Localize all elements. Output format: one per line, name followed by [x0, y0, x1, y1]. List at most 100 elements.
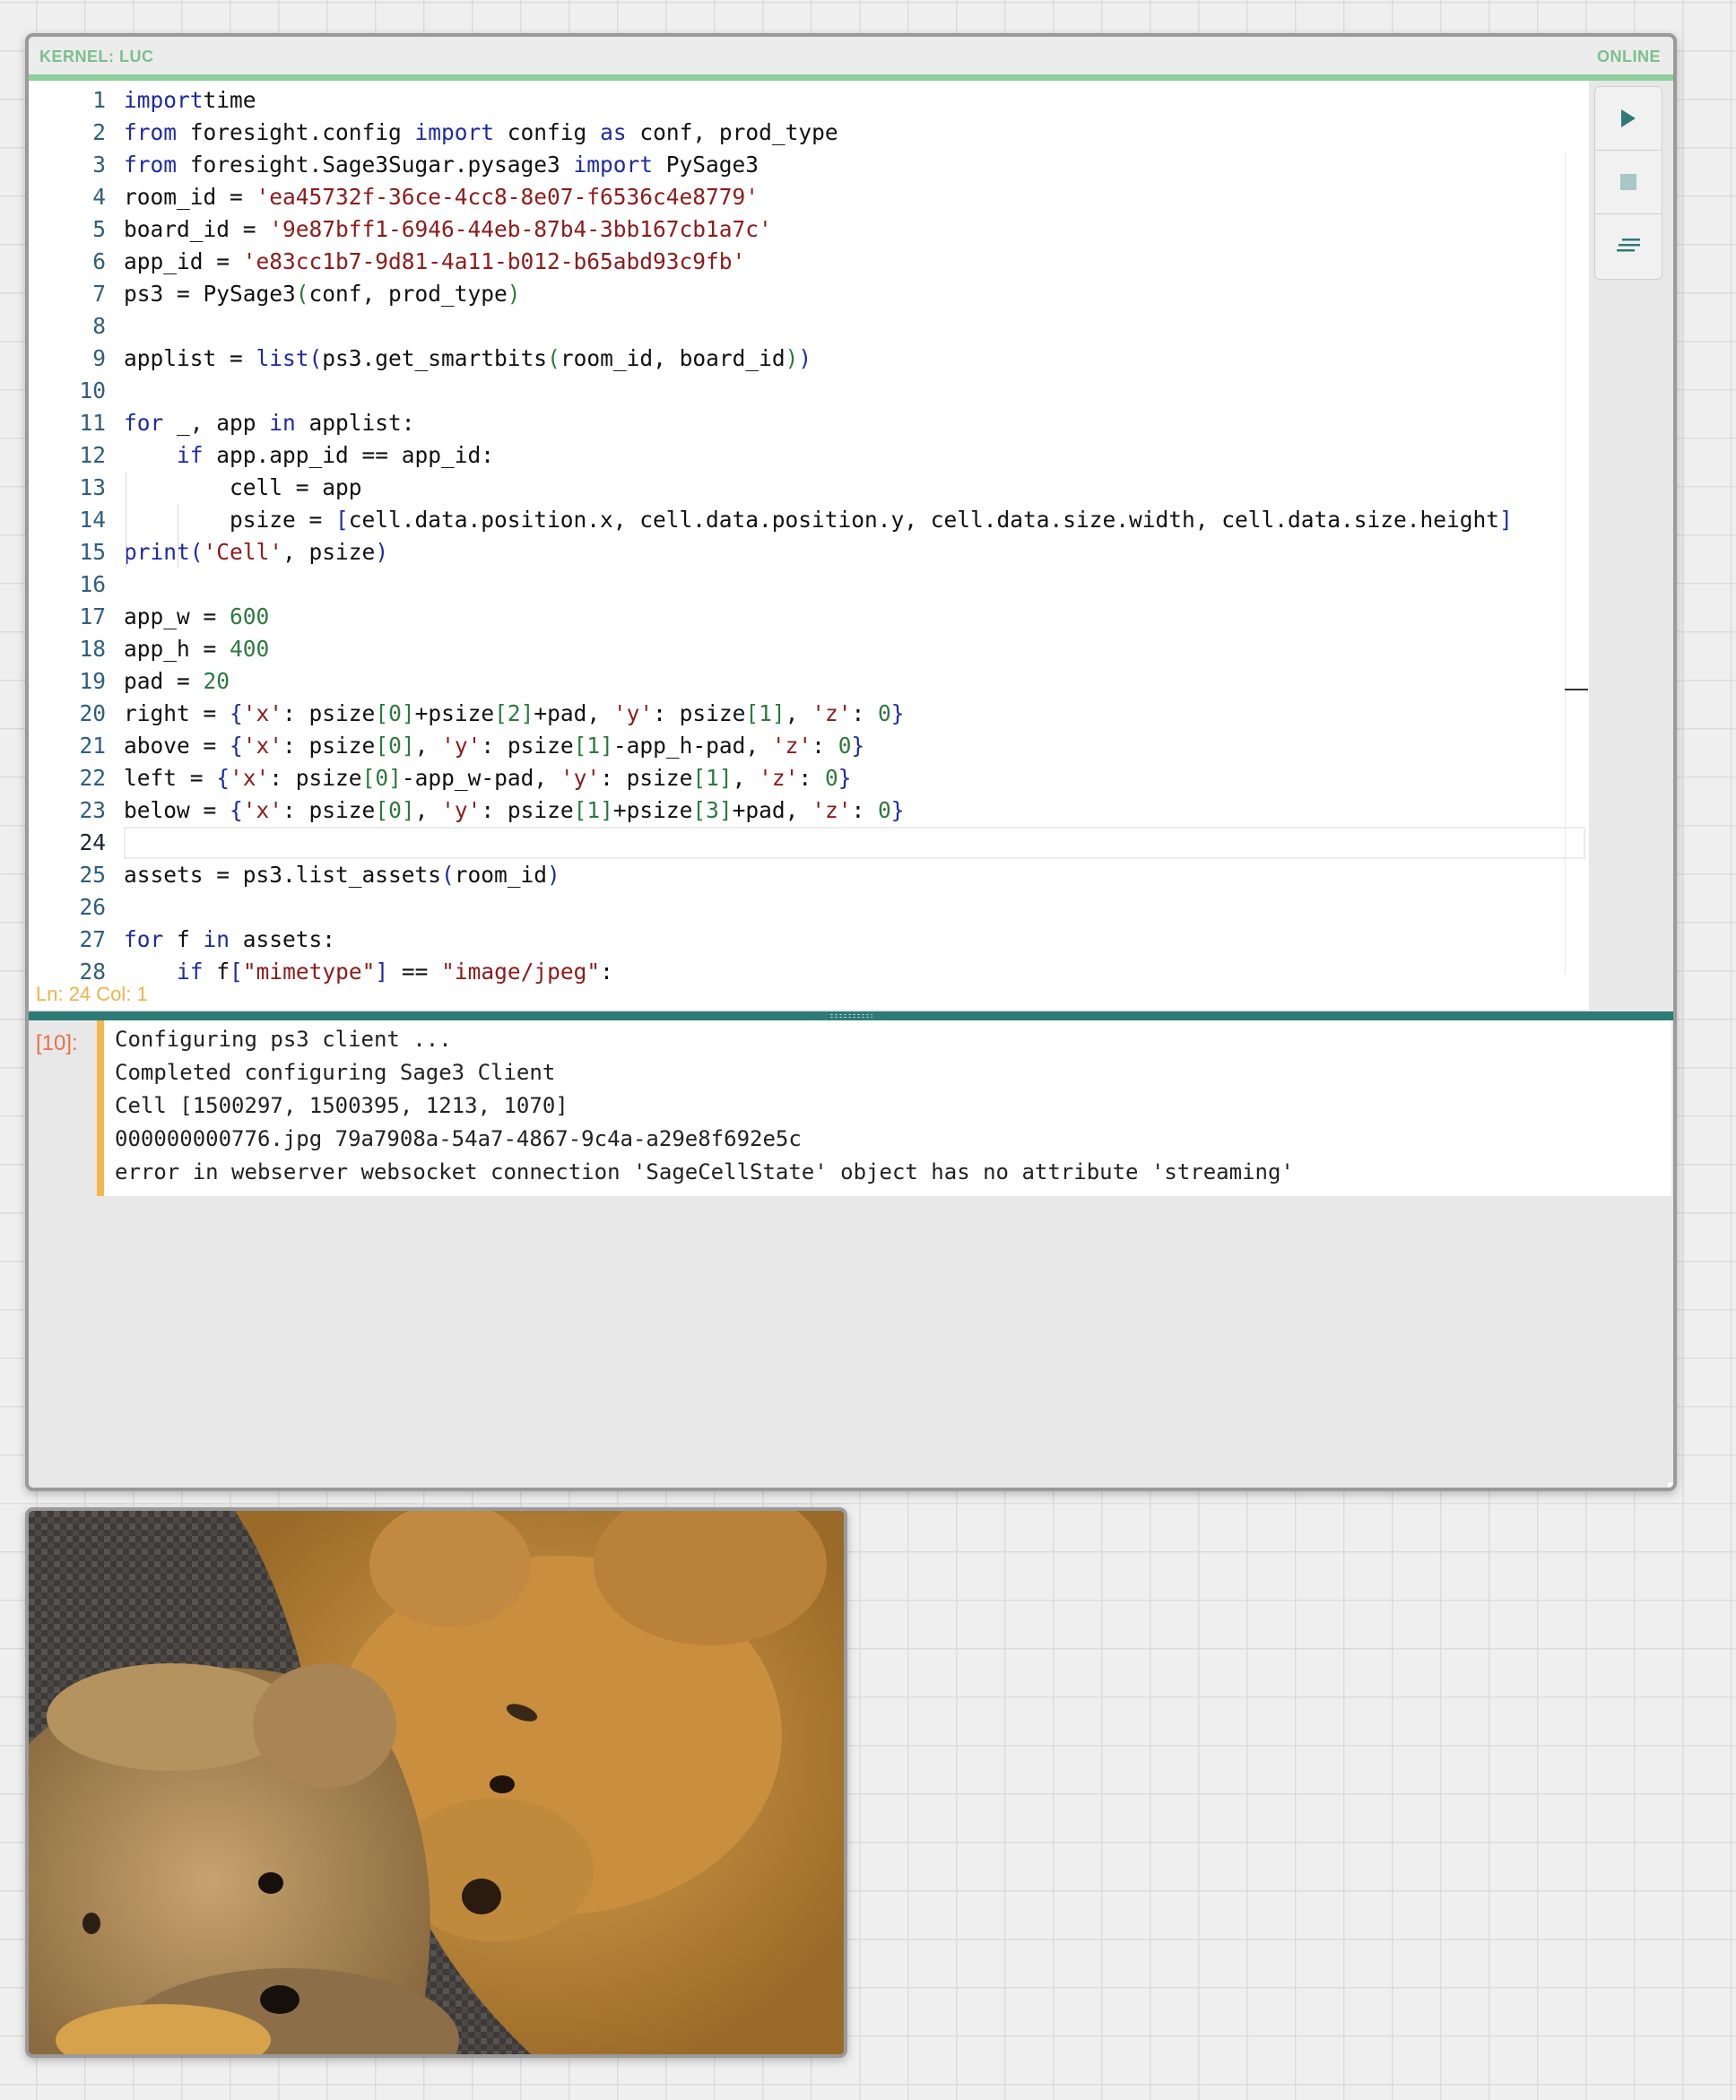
- code-token: 'x': [230, 765, 270, 791]
- code-token: app_h =: [124, 636, 230, 662]
- code-line[interactable]: 18 app_h = 400: [29, 633, 1589, 665]
- code-text: if f["mimetype"] == "image/jpeg":: [124, 956, 613, 988]
- code-line[interactable]: 1 importtime: [29, 84, 1589, 117]
- code-token: ): [507, 281, 521, 307]
- clear-output-button[interactable]: [1595, 214, 1662, 277]
- code-token: ): [785, 345, 799, 371]
- sagecell-window[interactable]: KERNEL: LUC ONLINE 1 importtime 2 from fore…: [25, 33, 1677, 1491]
- code-token: ]: [375, 959, 389, 985]
- code-token: {: [230, 700, 243, 726]
- code-token: room_id, board_id: [560, 345, 786, 371]
- stop-icon: [1620, 174, 1636, 190]
- code-token: 'x': [242, 733, 283, 759]
- code-line[interactable]: 25 assets = ps3.list_assets(room_id): [29, 859, 1589, 891]
- code-token: [0]: [375, 797, 415, 823]
- code-token: for: [124, 926, 164, 952]
- line-number: 14: [79, 507, 106, 533]
- code-line[interactable]: 16: [29, 568, 1589, 601]
- code-line[interactable]: 2 from foresight.config import config as …: [29, 117, 1589, 149]
- code-line[interactable]: 19 pad = 20: [29, 665, 1589, 698]
- code-line[interactable]: 7 ps3 = PySage3(conf, prod_type): [29, 278, 1589, 310]
- code-line[interactable]: 23 below = {'x': psize[0], 'y': psize[1]+…: [29, 794, 1589, 827]
- code-token: :: [798, 765, 825, 791]
- line-number: 9: [92, 345, 106, 371]
- line-number: 8: [92, 313, 106, 339]
- code-line[interactable]: 3 from foresight.Sage3Sugar.pysage3 impor…: [29, 149, 1589, 181]
- code-line[interactable]: 8: [29, 310, 1589, 343]
- code-line[interactable]: 12 if app.app_id == app_id:: [29, 439, 1589, 472]
- code-token: psize =: [124, 507, 336, 533]
- code-token: ): [375, 539, 389, 565]
- code-token: :: [812, 733, 838, 759]
- line-number: 20: [79, 700, 106, 726]
- code-line[interactable]: 14 psize = [cell.data.position.x, cell.d…: [29, 504, 1589, 536]
- code-token: ): [798, 345, 812, 371]
- code-line[interactable]: 20 right = {'x': psize[0]+psize[2]+pad, '…: [29, 698, 1589, 730]
- line-number: 15: [79, 539, 106, 565]
- code-token: conf, prod_type: [626, 119, 838, 145]
- code-token: applist:: [295, 410, 415, 436]
- line-number: 16: [79, 571, 106, 597]
- code-line[interactable]: 28 if f["mimetype"] == "image/jpeg":: [29, 956, 1589, 988]
- code-token: above =: [124, 733, 230, 759]
- code-line[interactable]: 15 print('Cell', psize): [29, 536, 1589, 568]
- code-line[interactable]: 26: [29, 891, 1589, 924]
- code-line[interactable]: 9 applist = list(ps3.get_smartbits(room_i…: [29, 343, 1589, 375]
- code-token: (: [441, 862, 455, 888]
- code-token: [1]: [573, 733, 613, 759]
- code-text: app_id = 'e83cc1b7-9d81-4a11-b012-b65abd…: [124, 246, 745, 278]
- code-token: in: [269, 410, 296, 436]
- line-number: 1: [92, 87, 106, 113]
- code-token: list: [256, 345, 309, 371]
- line-number: 6: [92, 248, 106, 274]
- code-line[interactable]: 6 app_id = 'e83cc1b7-9d81-4a11-b012-b65ab…: [29, 246, 1589, 278]
- code-token: :: [851, 700, 878, 726]
- line-number: 21: [79, 733, 106, 759]
- execution-count: [10]:: [36, 1031, 78, 1055]
- code-line[interactable]: 24: [79, 827, 1585, 859]
- code-token: 'y': [612, 700, 654, 726]
- code-token: {: [230, 797, 243, 823]
- line-number: 24: [79, 829, 106, 855]
- code-token: import: [414, 119, 495, 145]
- code-token: as: [600, 119, 627, 145]
- code-token: below =: [124, 797, 230, 823]
- code-line[interactable]: 27 for f in assets:: [29, 924, 1589, 956]
- code-token: ,: [414, 733, 442, 759]
- code-text: from foresight.config import config as c…: [124, 117, 838, 149]
- code-token: config: [494, 119, 601, 145]
- code-line[interactable]: 22 left = {'x': psize[0]-app_w-pad, 'y': …: [29, 762, 1589, 794]
- code-token: : psize: [282, 700, 376, 726]
- code-line[interactable]: 10: [29, 375, 1589, 407]
- code-token: "mimetype": [242, 959, 376, 985]
- code-token: import: [573, 152, 654, 178]
- code-token: ==: [388, 959, 442, 985]
- line-number: 13: [79, 474, 106, 500]
- code-text: for _, app in applist:: [124, 407, 415, 439]
- code-text: right = {'x': psize[0]+psize[2]+pad, 'y'…: [124, 698, 905, 730]
- code-line[interactable]: 17 app_w = 600: [29, 601, 1589, 633]
- code-token: 'x': [242, 700, 283, 726]
- image-viewer-window[interactable]: [25, 1507, 847, 2058]
- teddy-bears-photo: [29, 1511, 844, 2054]
- code-token: import: [124, 87, 204, 113]
- drag-handle-icon[interactable]: [829, 1013, 872, 1019]
- resize-handle[interactable]: [1668, 1482, 1673, 1488]
- code-line[interactable]: 5 board_id = '9e87bff1-6946-44eb-87b4-3bb…: [29, 213, 1589, 246]
- code-token: [: [335, 507, 349, 533]
- code-token: {: [230, 733, 243, 759]
- code-line[interactable]: 11 for _, app in applist:: [29, 407, 1589, 439]
- code-editor[interactable]: 1 importtime 2 from foresight.config import…: [29, 81, 1589, 1010]
- stop-button[interactable]: [1595, 151, 1662, 214]
- play-icon: [1621, 109, 1636, 127]
- code-line[interactable]: 4 room_id = 'ea45732f-36ce-4cc8-8e07-f653…: [29, 181, 1589, 213]
- code-token: ,: [414, 797, 442, 823]
- code-token: if: [177, 442, 204, 468]
- code-line[interactable]: 21 above = {'x': psize[0], 'y': psize[1]-…: [29, 730, 1589, 762]
- code-token: :: [600, 959, 613, 985]
- line-number: 27: [79, 926, 106, 952]
- code-line[interactable]: 13 cell = app: [29, 472, 1589, 504]
- run-button[interactable]: [1595, 87, 1662, 151]
- output-line: Cell [1500297, 1500395, 1213, 1070]: [115, 1093, 569, 1118]
